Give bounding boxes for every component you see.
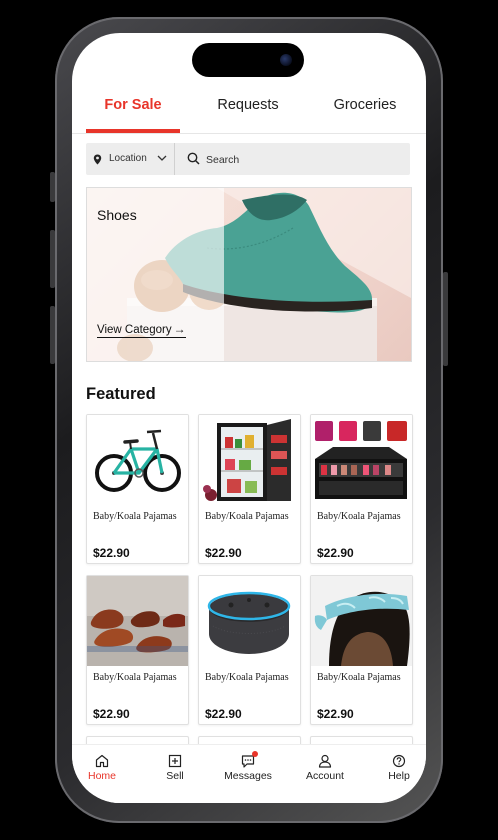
bottom-navigation: Home Sell Messages Account Help <box>72 744 426 803</box>
product-card[interactable]: Baby/Koala Pajamas $22.90 <box>86 575 189 725</box>
help-circle-icon <box>392 754 406 768</box>
location-pin-icon <box>93 154 102 165</box>
product-name: Baby/Koala Pajamas <box>205 672 289 683</box>
search-input[interactable] <box>204 150 398 170</box>
product-card[interactable]: Baby/Koala Pajamas $22.90 <box>198 575 301 725</box>
product-image-bicycle <box>87 415 188 505</box>
tab-for-sale[interactable]: For Sale <box>86 97 180 113</box>
product-name: Baby/Koala Pajamas <box>93 672 177 683</box>
notification-badge <box>252 751 258 757</box>
product-image-leather-shoes <box>87 576 188 666</box>
nav-sell[interactable]: Sell <box>145 753 205 782</box>
product-price: $22.90 <box>317 707 354 721</box>
location-label: Location <box>109 153 147 164</box>
search-icon <box>187 152 200 165</box>
banner-title: Shoes <box>97 207 137 223</box>
product-card[interactable]: Baby/Koala Pajamas $22.90 <box>310 414 413 564</box>
front-camera <box>280 54 292 66</box>
product-image-smart-speaker <box>199 576 300 666</box>
plus-square-icon <box>168 754 182 768</box>
product-image-mini-fridge <box>199 415 300 505</box>
nav-label: Home <box>87 770 116 782</box>
search-field[interactable] <box>176 143 410 175</box>
product-name: Baby/Koala Pajamas <box>317 511 401 522</box>
tab-requests[interactable]: Requests <box>200 97 296 113</box>
phone-screen: For Sale Requests Groceries Location Sea… <box>72 33 426 803</box>
volume-up-button <box>50 230 55 288</box>
product-card[interactable]: Baby/Koala Pajamas $22.90 <box>86 414 189 564</box>
product-image-makeup-cases <box>311 415 412 505</box>
category-tabs: For Sale Requests Groceries <box>72 91 426 134</box>
home-icon <box>95 754 109 768</box>
location-selector[interactable]: Location <box>86 143 175 175</box>
view-category-label: View Category <box>97 324 172 336</box>
product-name: Baby/Koala Pajamas <box>317 672 401 683</box>
nav-home[interactable]: Home <box>72 753 132 782</box>
product-name: Baby/Koala Pajamas <box>93 511 177 522</box>
product-price: $22.90 <box>205 546 242 560</box>
nav-label: Sell <box>166 770 184 782</box>
category-banner[interactable]: Shoes View Category → <box>86 187 412 362</box>
product-card[interactable]: Baby/Koala Pajamas $22.90 <box>310 575 413 725</box>
view-category-link[interactable]: View Category → <box>97 322 186 338</box>
chevron-down-icon <box>157 155 167 161</box>
power-button <box>443 272 448 366</box>
product-price: $22.90 <box>93 546 130 560</box>
dynamic-island <box>192 43 304 77</box>
tab-groceries[interactable]: Groceries <box>315 97 415 113</box>
section-title: Featured <box>86 385 156 403</box>
search-bar: Location <box>86 143 410 175</box>
nav-label: Account <box>306 770 344 782</box>
nav-label: Help <box>388 770 410 782</box>
nav-label: Messages <box>224 770 272 782</box>
product-card[interactable]: Baby/Koala Pajamas $22.90 <box>198 414 301 564</box>
product-price: $22.90 <box>93 707 130 721</box>
user-icon <box>318 754 332 768</box>
nav-help[interactable]: Help <box>369 753 426 782</box>
product-price: $22.90 <box>317 546 354 560</box>
product-image-headband <box>311 576 412 666</box>
arrow-right-icon: → <box>173 322 186 336</box>
product-price: $22.90 <box>205 707 242 721</box>
product-name: Baby/Koala Pajamas <box>205 511 289 522</box>
mute-switch <box>50 172 55 202</box>
nav-account[interactable]: Account <box>295 753 355 782</box>
volume-down-button <box>50 306 55 364</box>
nav-messages[interactable]: Messages <box>218 751 278 782</box>
active-tab-indicator <box>86 129 180 133</box>
